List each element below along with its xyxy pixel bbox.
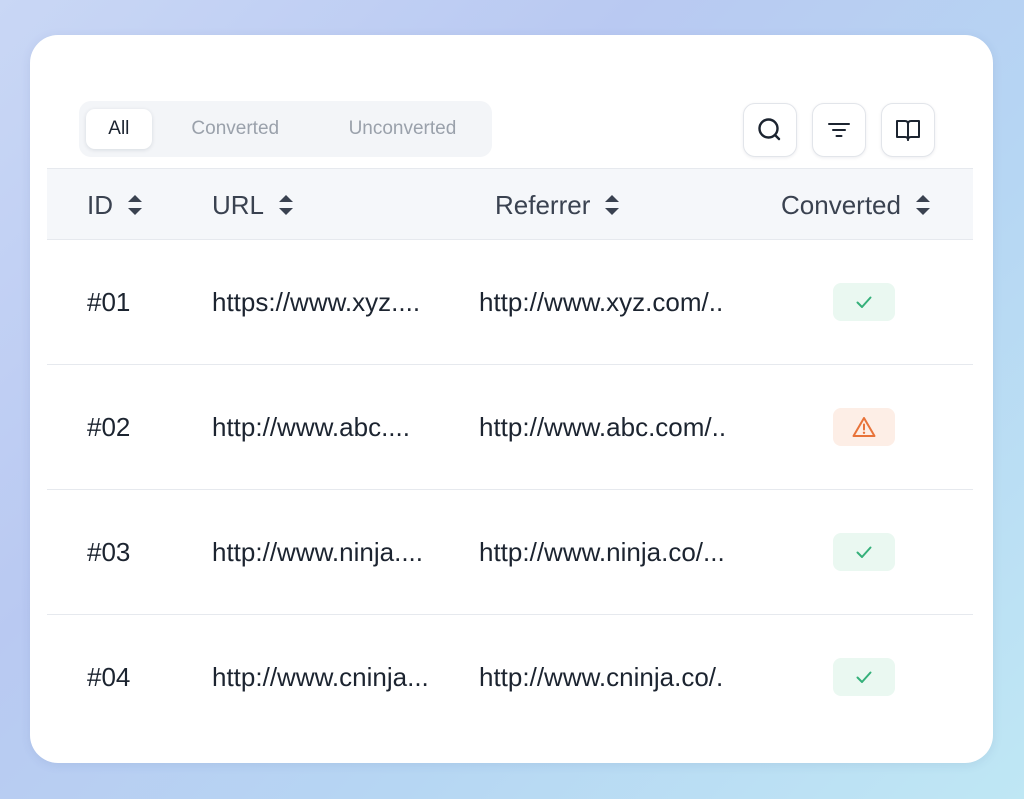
column-header-label: Converted — [781, 189, 901, 220]
cell-converted — [833, 615, 895, 739]
check-icon — [856, 296, 872, 308]
status-badge — [833, 658, 895, 696]
conversions-table: ID URL Referrer Converted #01 https://ww… — [47, 168, 973, 740]
cell-referrer: http://www.xyz.com/.. — [479, 286, 724, 317]
column-header-label: ID — [87, 189, 113, 220]
sort-icon[interactable] — [278, 193, 294, 217]
check-icon — [856, 546, 872, 558]
status-badge — [833, 408, 895, 446]
table-header: ID URL Referrer Converted — [47, 168, 973, 240]
cell-id: #02 — [87, 411, 131, 442]
status-tabs: All Converted Unconverted — [79, 101, 492, 157]
columns-button[interactable] — [881, 103, 935, 157]
check-icon — [856, 671, 872, 683]
tab-unconverted[interactable]: Unconverted — [319, 109, 486, 149]
cell-url: http://www.abc.... — [212, 411, 410, 442]
table-row[interactable]: #03 http://www.ninja.... http://www.ninj… — [47, 490, 973, 615]
cell-url: http://www.ninja.... — [212, 536, 423, 567]
table-row[interactable]: #04 http://www.cninja... http://www.cnin… — [47, 615, 973, 740]
status-badge — [833, 283, 895, 321]
filter-icon — [828, 123, 850, 137]
filter-button[interactable] — [812, 103, 866, 157]
cell-referrer: http://www.abc.com/.. — [479, 411, 727, 442]
cell-referrer: http://www.cninja.co/. — [479, 661, 724, 692]
search-button[interactable] — [743, 103, 797, 157]
cell-converted — [833, 490, 895, 614]
sort-icon[interactable] — [127, 193, 143, 217]
search-icon — [758, 118, 781, 141]
column-header-url[interactable]: URL — [212, 169, 294, 241]
conversions-card: All Converted Unconverted ID URL Referre… — [30, 35, 993, 763]
cell-url: https://www.xyz.... — [212, 286, 421, 317]
column-header-converted[interactable]: Converted — [781, 169, 931, 241]
table-row[interactable]: #02 http://www.abc.... http://www.abc.co… — [47, 365, 973, 490]
cell-referrer: http://www.ninja.co/... — [479, 536, 725, 567]
book-open-icon — [896, 120, 920, 141]
column-header-id[interactable]: ID — [87, 169, 143, 241]
cell-id: #04 — [87, 661, 131, 692]
sort-icon[interactable] — [604, 193, 620, 217]
cell-id: #01 — [87, 286, 131, 317]
cell-id: #03 — [87, 536, 131, 567]
column-header-label: URL — [212, 189, 265, 220]
sort-icon[interactable] — [915, 193, 931, 217]
table-row[interactable]: #01 https://www.xyz.... http://www.xyz.c… — [47, 240, 973, 365]
cell-converted — [833, 240, 895, 364]
column-header-referrer[interactable]: Referrer — [495, 169, 620, 241]
tab-all[interactable]: All — [86, 109, 152, 149]
cell-converted — [833, 365, 895, 489]
status-badge — [833, 533, 895, 571]
tab-converted[interactable]: Converted — [152, 109, 319, 149]
column-header-label: Referrer — [495, 189, 591, 220]
warning-icon — [852, 417, 876, 437]
cell-url: http://www.cninja... — [212, 661, 429, 692]
